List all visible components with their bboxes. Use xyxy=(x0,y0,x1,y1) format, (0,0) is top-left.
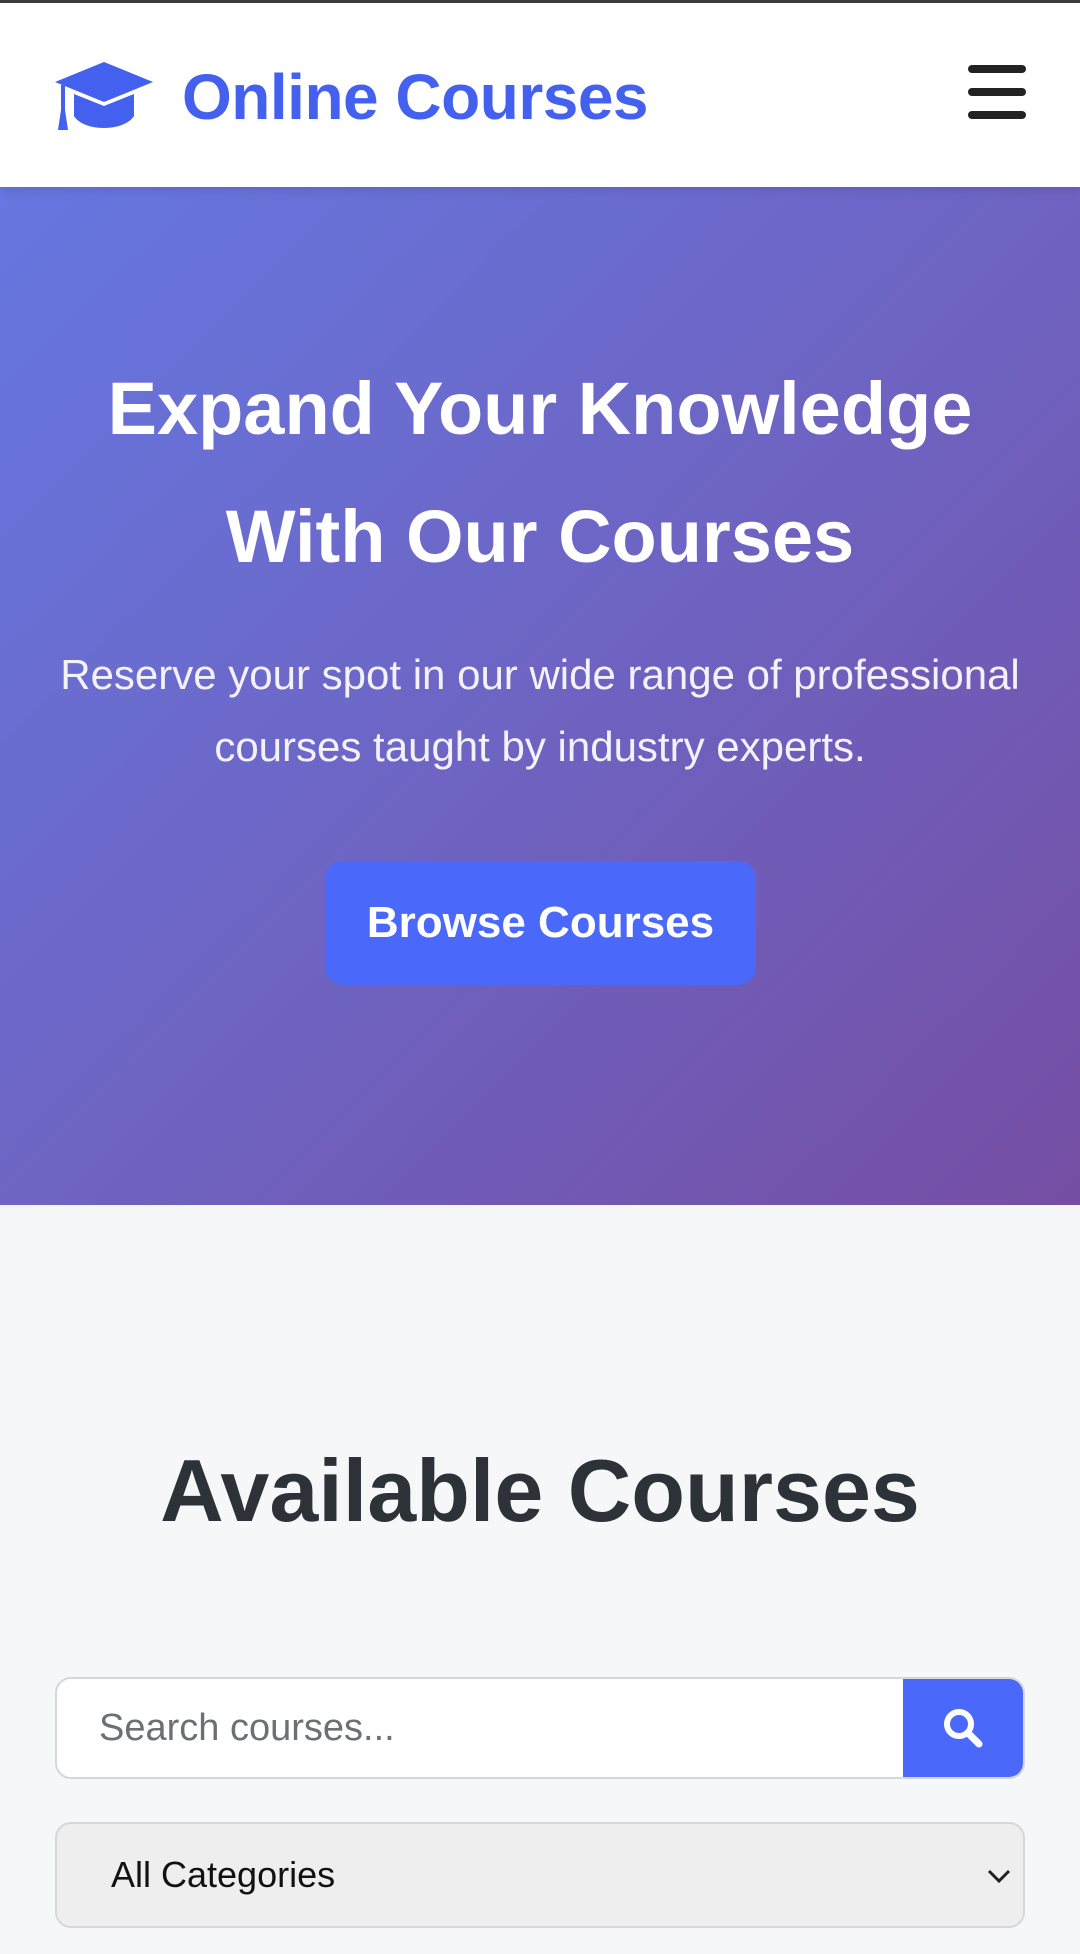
menu-bar-bottom xyxy=(968,111,1026,119)
menu-bar-middle xyxy=(968,88,1026,96)
section-title: Available Courses xyxy=(160,1441,920,1540)
hero-section: Expand Your Knowledge With Our Courses R… xyxy=(0,187,1080,1205)
graduation-cap-icon xyxy=(55,62,153,130)
page: Online Courses Expand Your Knowledge Wit… xyxy=(0,0,1080,1954)
browse-courses-button[interactable]: Browse Courses xyxy=(325,861,756,985)
search-icon xyxy=(944,1709,983,1748)
category-select-value: All Categories xyxy=(111,1854,336,1895)
category-select[interactable]: All Categories xyxy=(55,1822,1025,1928)
chevron-down-icon xyxy=(987,1869,1011,1884)
brand-name: Online Courses xyxy=(182,61,649,133)
brand-link[interactable]: Online Courses xyxy=(54,55,649,139)
search-bar xyxy=(55,1677,1025,1779)
hero-title: Expand Your Knowledge With Our Courses xyxy=(107,367,973,578)
search-button[interactable] xyxy=(903,1679,1023,1777)
hero-subtitle: Reserve your spot in our wide range of p… xyxy=(60,651,1020,770)
hamburger-menu-icon[interactable] xyxy=(968,65,1026,119)
search-input[interactable] xyxy=(57,1679,903,1777)
menu-bar-top xyxy=(968,65,1026,73)
site-header: Online Courses xyxy=(0,0,1080,187)
